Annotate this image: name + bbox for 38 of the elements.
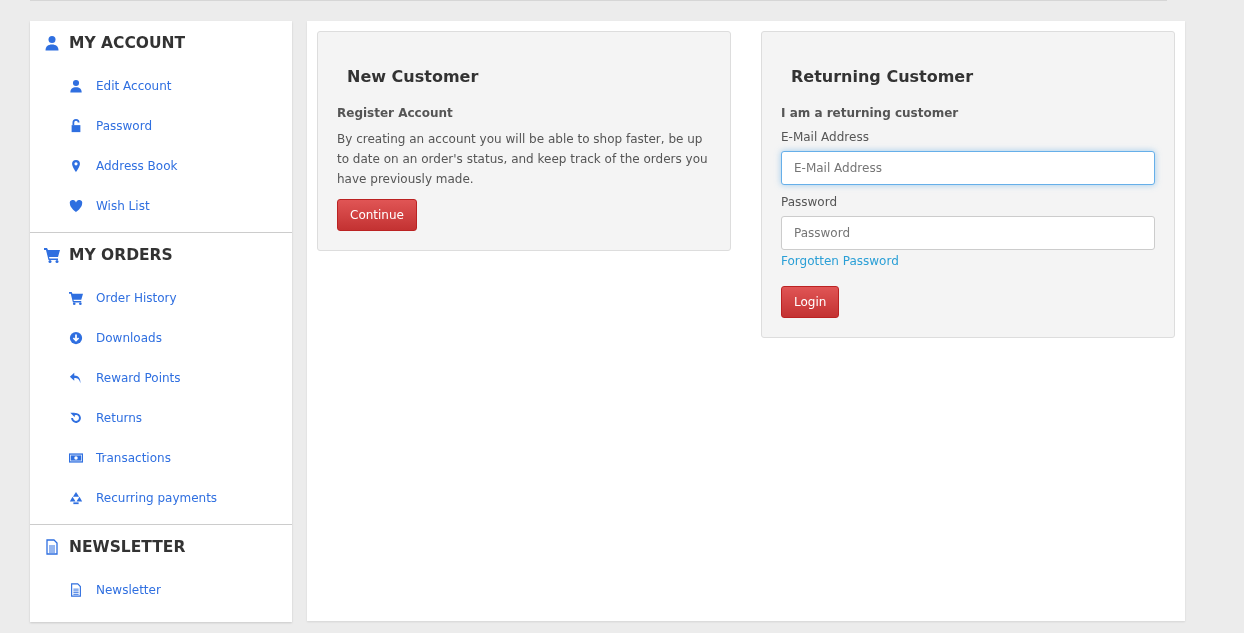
card-subtitle: Register Account [337,106,454,120]
heart-icon [69,199,83,213]
sidebar-link[interactable]: Reward Points [96,371,181,385]
section-heading: MY ACCOUNT [69,34,186,52]
sidebar-link[interactable]: Returns [96,411,143,425]
download-circle-icon [69,331,83,345]
section-heading: MY ORDERS [69,246,173,264]
forgotten-password-link[interactable]: Forgotten Password [781,254,899,268]
cart-icon [44,247,60,263]
document-icon [69,583,83,597]
description-text: By creating an account you will be able to shop faster, be up to date on an order's status, and keep track of the orders you have previously made. [337,131,709,188]
card-title: Returning Customer [791,67,975,86]
section-heading: NEWSLETTER [69,538,186,556]
continue-button[interactable]: Continue [337,199,417,231]
user-icon [44,35,60,51]
card-title: New Customer [347,67,480,86]
user-icon [69,79,83,93]
input-field[interactable]: Password [781,216,1155,250]
document-icon [44,539,60,555]
sidebar-link[interactable]: Recurring payments [96,491,218,505]
sidebar-link[interactable]: Newsletter [96,583,161,597]
sidebar-link[interactable]: Downloads [96,331,162,345]
sidebar-link[interactable]: Edit Account [96,79,172,93]
login-button[interactable]: Login [781,286,840,318]
sidebar-link[interactable]: Password [96,119,153,133]
sidebar-link[interactable]: Transactions [96,451,171,465]
card-subtitle: I am a returning customer [781,106,960,120]
sidebar-link[interactable]: Address Book [96,159,178,173]
input-field[interactable]: E-Mail Address [781,151,1155,185]
sidebar-link[interactable]: Wish List [96,199,150,213]
sidebar-link[interactable]: Order History [96,291,177,305]
field-label: Password [781,195,839,209]
unlocked-padlock-icon [69,119,83,133]
money-icon [69,451,83,465]
map-pin-icon [69,159,83,173]
field-label: E-Mail Address [781,130,870,144]
undo-icon [69,411,83,425]
cart-icon [69,291,83,305]
